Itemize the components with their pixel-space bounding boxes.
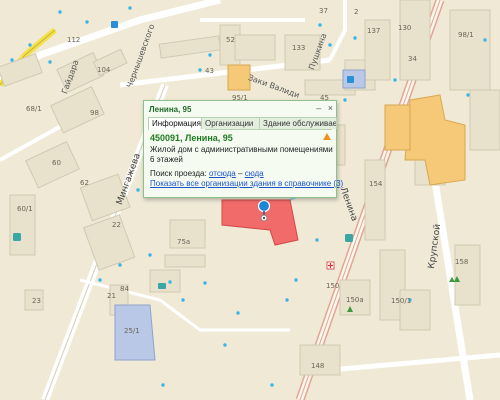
building-label: 43 [205,67,214,75]
route-label: Поиск проезда: [150,169,207,178]
medical-icon [326,261,335,270]
marker-pin-icon[interactable] [257,200,271,222]
bus-stop-icon [347,76,354,83]
building-label: 52 [226,36,235,44]
route-row-2: Показать все организации здания в справо… [150,179,343,188]
building-label: 62 [80,179,89,187]
popup-address: 450091, Ленина, 95 [150,133,233,143]
minimize-icon[interactable]: – [316,103,321,113]
popup-tabs: Информация Организации Здание обслуживае… [148,117,337,130]
building-label: 98/1 [458,31,474,39]
building-label: 150/1 [391,297,412,305]
building-label: 154 [369,180,383,188]
popup-controls: – × [312,103,333,113]
route-row: Поиск проезда: отсюда – сюда [150,169,264,178]
building-label: 34 [408,55,417,63]
building-label: 112 [67,36,81,44]
building-label: 2 [354,8,359,16]
building-label: 84 [120,285,129,293]
map-view[interactable]: Ленина Мингажева Крупской Гайдара Заки В… [0,0,500,400]
building-label: 75а [177,238,191,246]
popup-description: Жилой дом с административными помещениям… [150,145,333,154]
school-icon [345,234,353,242]
info-popup: Ленина, 95 – × Информация Организации Зд… [143,100,343,198]
park-icon [158,283,166,289]
building-label: 130 [398,24,412,32]
school-icon [13,233,21,241]
building-label: 148 [311,362,325,370]
building-label: 133 [292,44,306,52]
building-label: 158 [455,258,469,266]
popup-floors: 6 этажей [150,155,183,164]
building-label: 137 [367,27,381,35]
building-label: 22 [112,221,121,229]
building-label: 150а [346,296,364,304]
building-label: 23 [32,297,41,305]
all-organizations-link[interactable]: Показать все организации здания в справо… [150,179,343,188]
route-separator: – [238,169,243,178]
building-label: 25/1 [124,327,140,335]
building-label: 98 [90,109,99,117]
tab-building-serves[interactable]: Здание обслуживает [259,117,337,129]
building-label: 37 [319,7,328,15]
popup-title: Ленина, 95 [149,105,192,114]
route-from-link[interactable]: отсюда [209,169,236,178]
tab-info[interactable]: Информация [148,117,206,130]
building-label: 21 [107,292,116,300]
bus-stop-icon [111,21,118,28]
building-label: 60 [52,159,61,167]
building-label: 68/1 [26,105,42,113]
tab-organizations[interactable]: Организации [201,117,264,129]
warning-icon[interactable] [323,133,331,140]
building-label: 104 [97,66,111,74]
building-label: 60/1 [17,205,33,213]
route-to-link[interactable]: сюда [245,169,264,178]
building-label: 150 [326,282,340,290]
close-icon[interactable]: × [328,103,333,113]
